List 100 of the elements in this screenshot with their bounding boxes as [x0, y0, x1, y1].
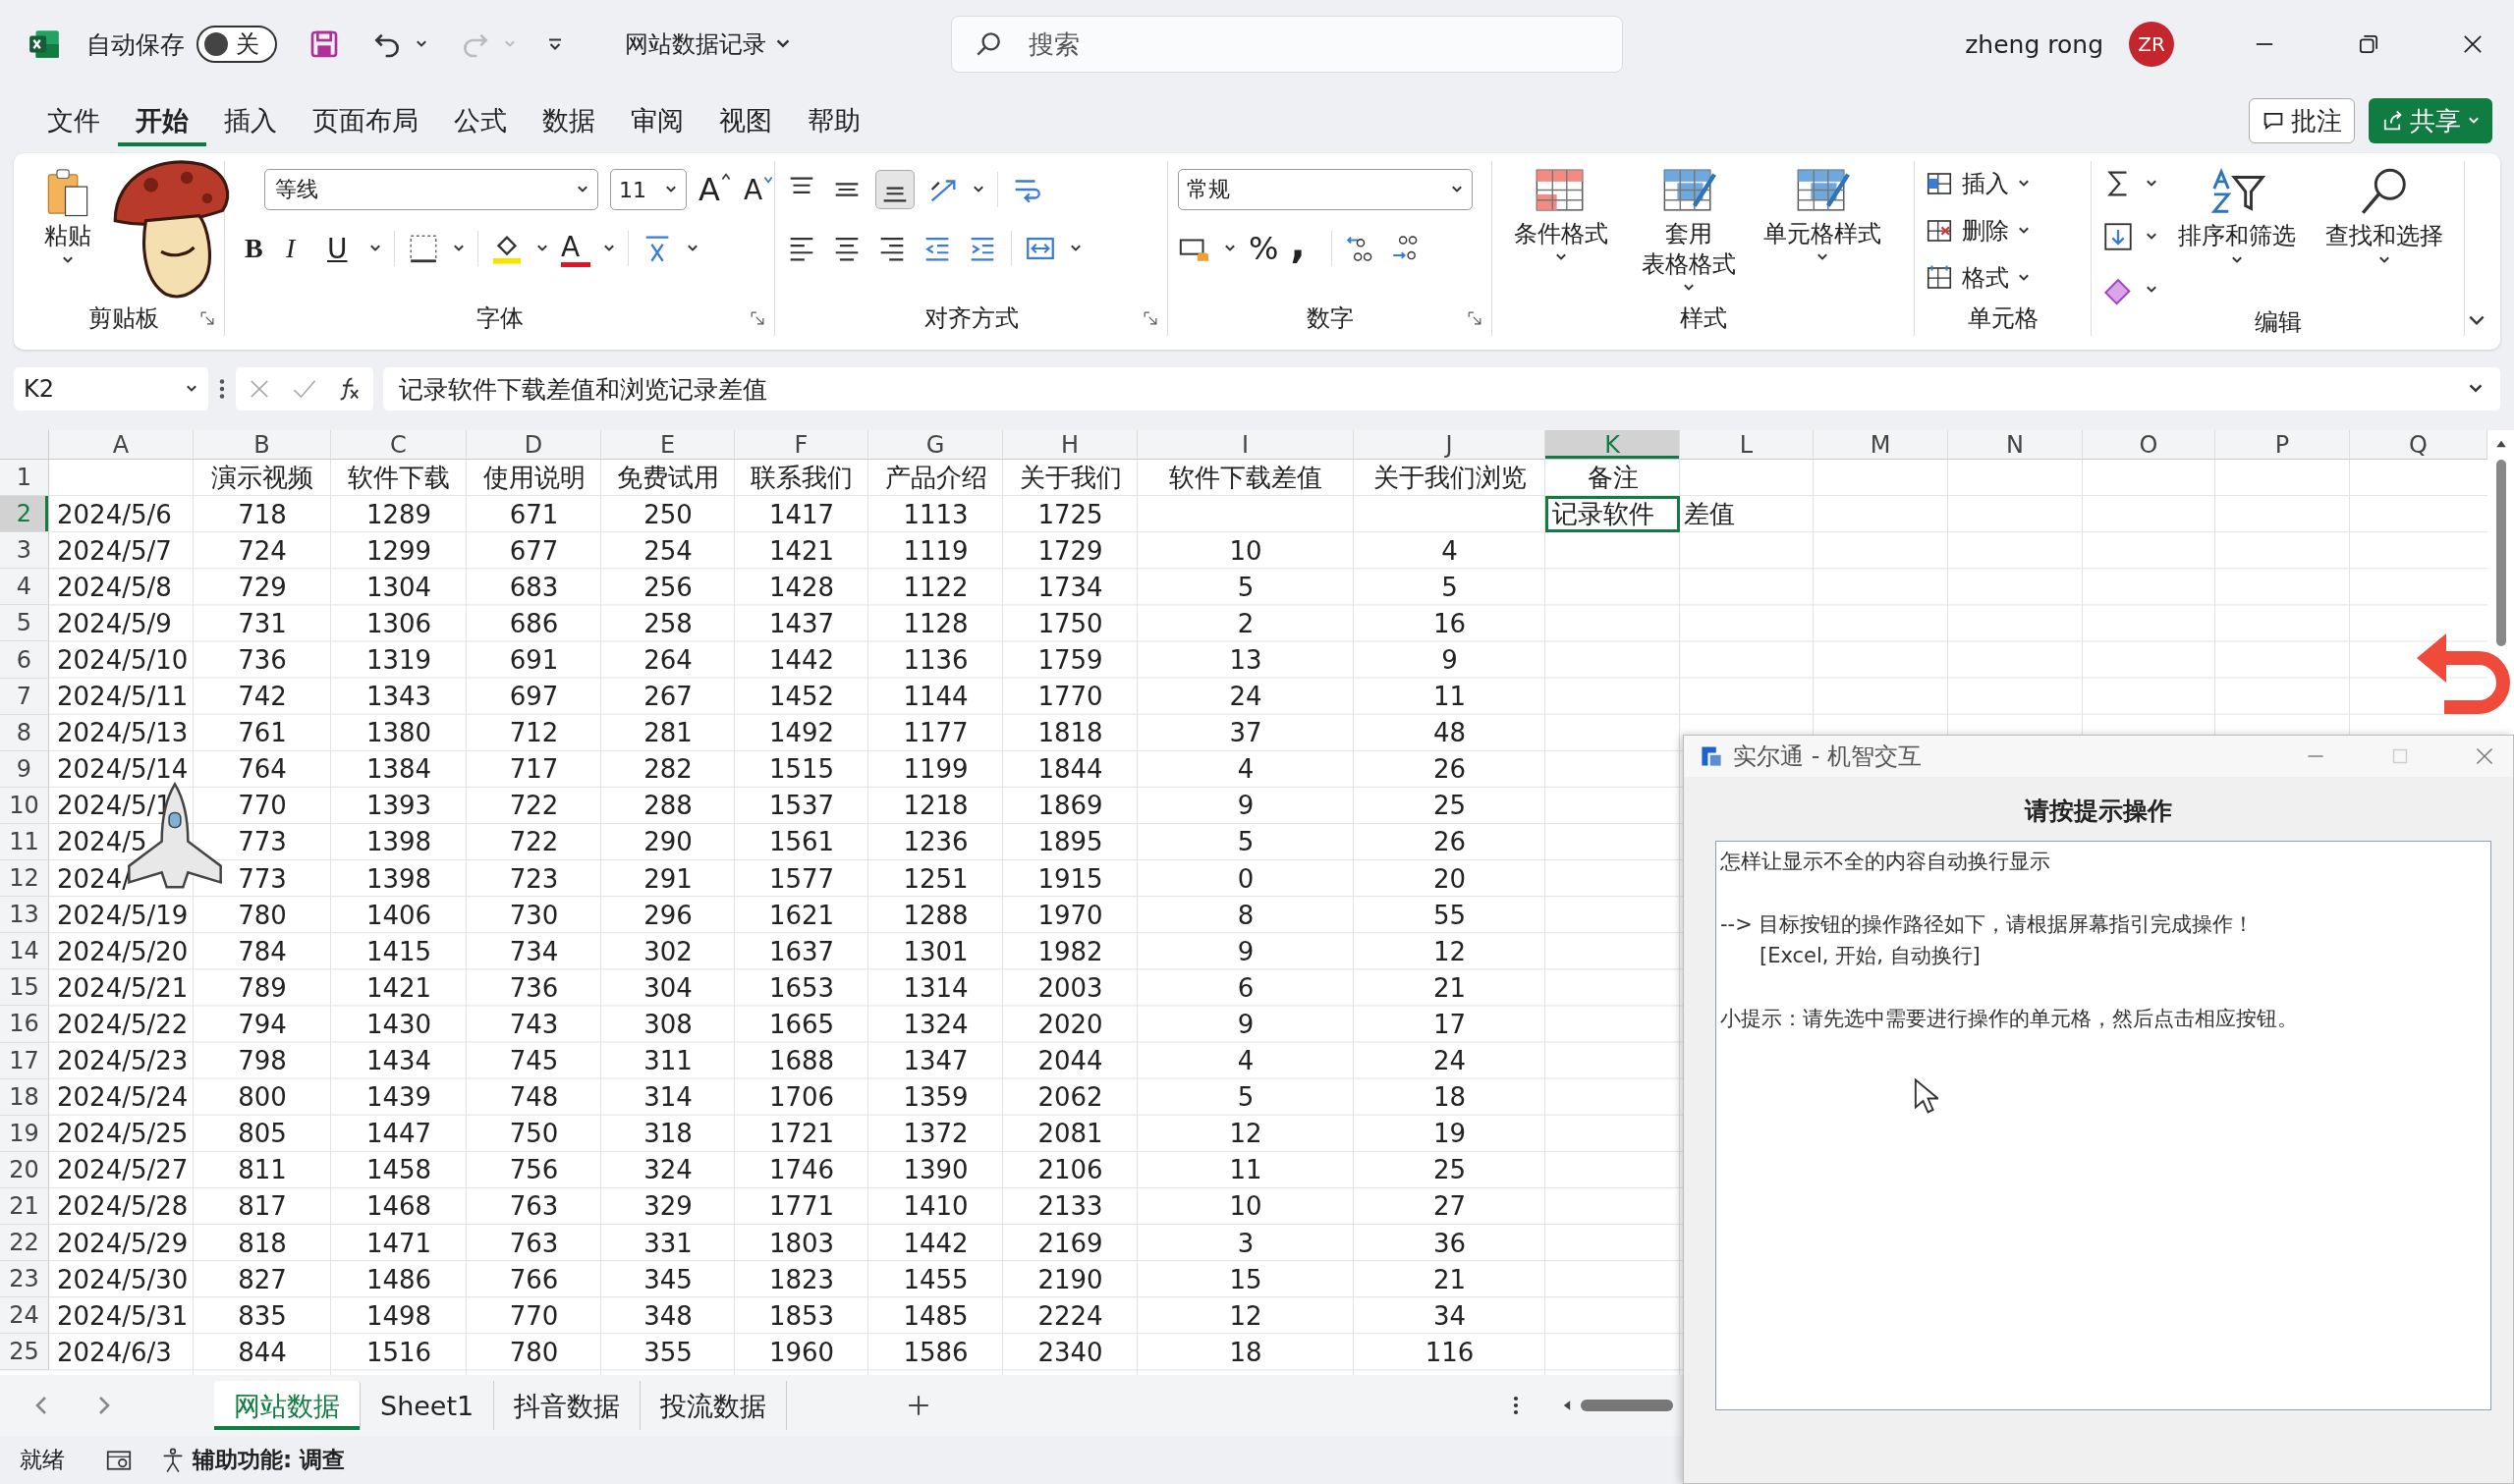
- dialog-title: 实尔通 - 机智交互: [1733, 742, 1922, 772]
- row-header[interactable]: 12: [0, 860, 49, 898]
- share-button[interactable]: 共享: [2369, 98, 2492, 143]
- comma-style-button[interactable]: ,: [1290, 229, 1320, 268]
- row-header[interactable]: 19: [0, 1115, 49, 1152]
- table-cell-text: 2024/5/29: [56, 1227, 190, 1260]
- percent-style-button[interactable]: %: [1249, 230, 1279, 267]
- column-header[interactable]: P: [2215, 430, 2350, 460]
- table-cell-text: 318: [642, 1118, 694, 1151]
- cells-button[interactable]: 插入: [1925, 165, 2031, 202]
- table-cell-text: 5: [1236, 1081, 1256, 1115]
- column-header[interactable]: K: [1545, 430, 1680, 460]
- menu-tab[interactable]: 帮助: [790, 95, 878, 146]
- editing-button[interactable]: 排序和筛选: [2168, 161, 2306, 271]
- table-cell-text: 2020: [1036, 1008, 1104, 1041]
- column-header[interactable]: B: [194, 430, 331, 460]
- row-header[interactable]: 11: [0, 823, 49, 861]
- row-header[interactable]: 9: [0, 750, 49, 788]
- row-header[interactable]: 18: [0, 1078, 49, 1116]
- row-header[interactable]: 17: [0, 1042, 49, 1079]
- row-header[interactable]: 25: [0, 1334, 49, 1371]
- sheet-tab[interactable]: 网站数据: [214, 1381, 361, 1430]
- column-header[interactable]: D: [467, 430, 601, 460]
- column-header[interactable]: F: [735, 430, 868, 460]
- row-header[interactable]: 3: [0, 532, 49, 570]
- column-header[interactable]: I: [1138, 430, 1354, 460]
- table-cell-text: 20: [1431, 862, 1468, 896]
- row-header[interactable]: 24: [0, 1297, 49, 1335]
- menu-tab[interactable]: 视图: [701, 95, 790, 146]
- row-header[interactable]: 22: [0, 1224, 49, 1262]
- table-cell-text: 1637: [767, 935, 836, 968]
- sheet-tab[interactable]: 投流数据: [641, 1381, 788, 1430]
- table-cell-text: 2024/5/1: [56, 790, 173, 823]
- accessibility-status[interactable]: 辅助功能: 调查: [159, 1445, 346, 1475]
- shrink-font-button[interactable]: A: [743, 173, 775, 206]
- row-header[interactable]: 7: [0, 678, 49, 715]
- row-header[interactable]: 13: [0, 897, 49, 934]
- name-box[interactable]: K2: [14, 367, 208, 411]
- italic-button[interactable]: I: [286, 233, 315, 264]
- bold-button[interactable]: B: [245, 233, 274, 264]
- font-size-dropdown[interactable]: 11: [610, 169, 687, 210]
- font-name-dropdown[interactable]: 等线: [264, 169, 598, 210]
- styles-button[interactable]: 单元格样式: [1758, 161, 1887, 268]
- user-avatar[interactable]: ZR: [2129, 22, 2174, 67]
- row-header[interactable]: 21: [0, 1187, 49, 1225]
- formula-field[interactable]: 记录软件下载差值和浏览记录差值: [383, 367, 2500, 411]
- menu-tab[interactable]: 公式: [436, 95, 525, 146]
- font-color-button[interactable]: A: [561, 230, 590, 267]
- table-cell-text: 798: [237, 1045, 288, 1078]
- search-field[interactable]: 搜索: [951, 16, 1623, 73]
- row-header[interactable]: 20: [0, 1151, 49, 1188]
- cells-button[interactable]: 格式: [1925, 259, 2031, 297]
- row-header[interactable]: 10: [0, 787, 49, 824]
- row-header[interactable]: 14: [0, 933, 49, 970]
- file-name-button[interactable]: 网站数据记录: [625, 28, 792, 60]
- table-cell-text: 304: [642, 971, 694, 1005]
- sheet-tab[interactable]: 抖音数据: [494, 1381, 642, 1430]
- column-header[interactable]: G: [868, 430, 1003, 460]
- column-header[interactable]: M: [1814, 430, 1948, 460]
- table-cell-text: 1442: [902, 1227, 970, 1260]
- menu-tab[interactable]: 审阅: [613, 95, 701, 146]
- column-header[interactable]: A: [49, 430, 194, 460]
- row-header[interactable]: 5: [0, 605, 49, 642]
- column-header[interactable]: L: [1680, 430, 1814, 460]
- comment-button[interactable]: 批注: [2249, 98, 2355, 143]
- row-header[interactable]: 6: [0, 641, 49, 679]
- row-header[interactable]: 8: [0, 714, 49, 751]
- column-header[interactable]: C: [331, 430, 467, 460]
- column-header[interactable]: E: [601, 430, 735, 460]
- editing-button[interactable]: 查找和选择: [2316, 161, 2453, 271]
- column-header[interactable]: Q: [2350, 430, 2487, 460]
- menu-tab[interactable]: 开始: [118, 95, 206, 146]
- table-cell-text: 717: [508, 753, 560, 787]
- row-header[interactable]: 4: [0, 569, 49, 606]
- table-cell-text: 1803: [767, 1227, 836, 1260]
- menu-tab[interactable]: 插入: [206, 95, 295, 146]
- column-header[interactable]: O: [2083, 430, 2215, 460]
- table-cell-text: 1113: [902, 498, 970, 531]
- column-header[interactable]: H: [1003, 430, 1138, 460]
- styles-button[interactable]: 套用 表格格式: [1630, 161, 1748, 299]
- row-header[interactable]: 16: [0, 1006, 49, 1043]
- paste-button[interactable]: 粘贴: [33, 161, 102, 271]
- table-cell-text: 671: [508, 498, 560, 531]
- row-header[interactable]: 23: [0, 1261, 49, 1298]
- underline-button[interactable]: U: [327, 232, 357, 265]
- cells-button[interactable]: 删除: [1925, 212, 2031, 249]
- menu-tab[interactable]: 文件: [29, 95, 118, 146]
- table-cell-text: 2003: [1036, 971, 1104, 1005]
- autosave-toggle[interactable]: 关: [196, 26, 277, 63]
- row-header[interactable]: 1: [0, 460, 49, 497]
- row-header[interactable]: 15: [0, 969, 49, 1007]
- grow-font-button[interactable]: A: [698, 171, 732, 208]
- number-format-dropdown[interactable]: 常规: [1178, 169, 1473, 210]
- column-header[interactable]: N: [1948, 430, 2083, 460]
- menu-tab[interactable]: 页面布局: [295, 95, 436, 146]
- sheet-tab[interactable]: Sheet1: [361, 1381, 495, 1430]
- table-cell-text: 2024/5/7: [56, 534, 173, 568]
- menu-tab[interactable]: 数据: [525, 95, 613, 146]
- styles-button[interactable]: 条件格式: [1502, 161, 1620, 268]
- column-header[interactable]: J: [1354, 430, 1545, 460]
